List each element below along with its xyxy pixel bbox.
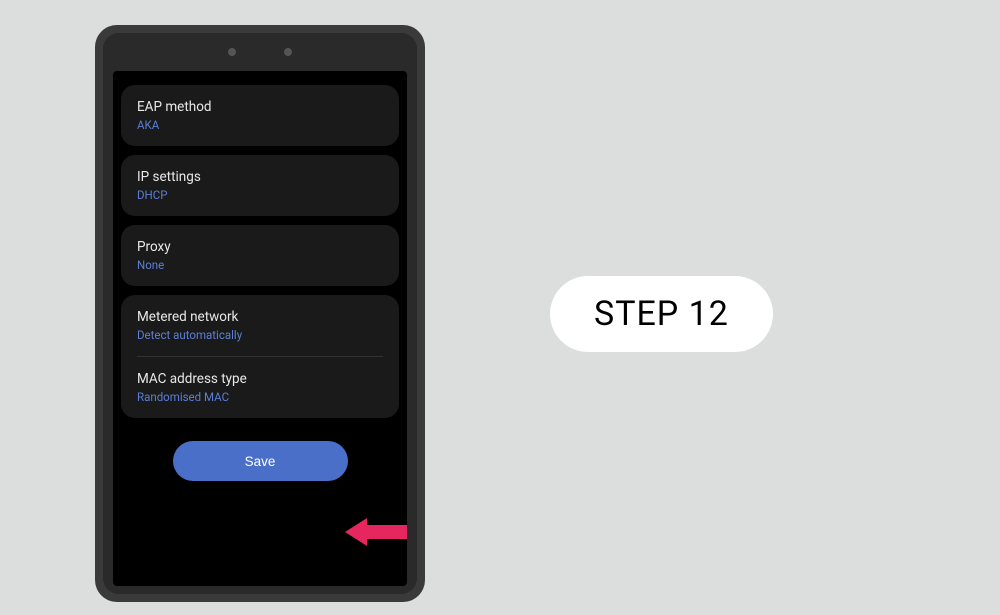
step-label: STEP 12 bbox=[594, 294, 729, 334]
setting-value: AKA bbox=[137, 118, 383, 132]
setting-eap-method[interactable]: EAP method AKA bbox=[121, 85, 399, 146]
arrow-body-icon bbox=[367, 525, 407, 539]
step-pill: STEP 12 bbox=[550, 276, 773, 352]
setting-ip-settings[interactable]: IP settings DHCP bbox=[121, 155, 399, 216]
setting-proxy[interactable]: Proxy None bbox=[121, 225, 399, 286]
tablet-screen: EAP method AKA IP settings DHCP Proxy No… bbox=[113, 71, 407, 586]
setting-metered-network[interactable]: Metered network Detect automatically bbox=[121, 295, 399, 356]
setting-value: DHCP bbox=[137, 188, 383, 202]
tablet-frame: EAP method AKA IP settings DHCP Proxy No… bbox=[95, 25, 425, 602]
sensor-dot-icon bbox=[228, 48, 236, 56]
setting-value: Randomised MAC bbox=[137, 390, 383, 404]
camera-dot-icon bbox=[284, 48, 292, 56]
setting-label: Proxy bbox=[137, 239, 383, 255]
arrow-annotation-icon bbox=[345, 518, 407, 546]
setting-label: MAC address type bbox=[137, 371, 383, 387]
setting-label: Metered network bbox=[137, 309, 383, 325]
tablet-bezel: EAP method AKA IP settings DHCP Proxy No… bbox=[103, 33, 417, 594]
tablet-top-bar bbox=[103, 33, 417, 71]
setting-mac-address-type[interactable]: MAC address type Randomised MAC bbox=[121, 357, 399, 418]
setting-group-network: Metered network Detect automatically MAC… bbox=[121, 295, 399, 418]
save-button-container: Save bbox=[121, 441, 399, 481]
setting-label: EAP method bbox=[137, 99, 383, 115]
save-button[interactable]: Save bbox=[173, 441, 348, 481]
setting-label: IP settings bbox=[137, 169, 383, 185]
setting-value: None bbox=[137, 258, 383, 272]
arrow-head-icon bbox=[345, 518, 367, 546]
setting-value: Detect automatically bbox=[137, 328, 383, 342]
